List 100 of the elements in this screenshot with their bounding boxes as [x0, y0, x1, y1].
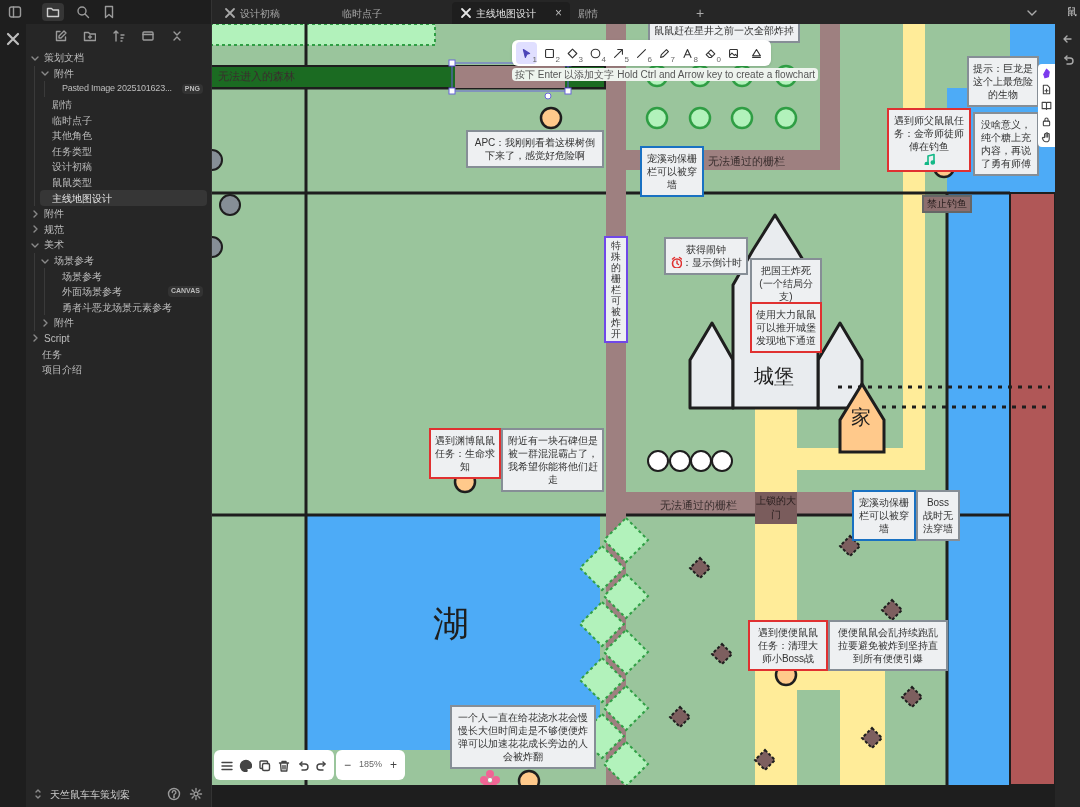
rock [710, 642, 734, 666]
bush [602, 740, 650, 785]
shortcut-key: 6 [647, 56, 652, 64]
rock [860, 726, 884, 750]
new-tab-button[interactable]: + [690, 2, 710, 24]
note-text: 获得闹钟 [685, 243, 727, 256]
file-item[interactable]: 设计初稿 [52, 159, 92, 175]
bookmark-icon[interactable] [102, 5, 116, 19]
new-note-icon[interactable] [54, 28, 67, 42]
file-item[interactable]: 剧情 [52, 97, 72, 113]
library-icon [751, 47, 762, 59]
file-item[interactable]: Pasted Image 2025101623... [62, 82, 172, 96]
folder-item[interactable]: 场景参考 [54, 253, 94, 268]
sticky-note: 附近有一块石碑但是被一群混混霸占了，我希望你能将他们赶走 [501, 428, 604, 492]
flower-icon [480, 770, 500, 785]
bush [578, 600, 626, 648]
file-item[interactable]: 任务 [42, 346, 62, 362]
file-item[interactable]: 任务类型 [52, 143, 92, 159]
lock-icon[interactable] [1041, 116, 1052, 127]
folder-item[interactable]: 美术 [44, 237, 64, 253]
file-item[interactable]: 临时点子 [52, 112, 92, 128]
zoom-in-button[interactable]: + [388, 756, 400, 774]
file-item[interactable]: 外面场景参考 [62, 284, 122, 300]
boulder [219, 194, 241, 216]
sticky-note: 宠溪动保栅栏可以被穿墙 [852, 490, 916, 541]
cross-icon [460, 7, 472, 19]
zoom-level[interactable]: 185% [359, 758, 383, 772]
shortcut-key: 4 [601, 56, 606, 64]
folder-item[interactable]: 规范 [44, 221, 64, 237]
folder-item[interactable]: Script [44, 331, 70, 346]
file-item[interactable]: 场景参考 [62, 268, 102, 284]
tool-button[interactable]: 0 [700, 42, 721, 64]
tool-button[interactable]: 5 [608, 42, 629, 64]
tool-button[interactable]: 8 [677, 42, 698, 64]
pointer-icon [521, 47, 532, 59]
sidebar-toggle-icon[interactable] [8, 5, 22, 19]
undo-icon[interactable] [1061, 53, 1074, 66]
folder-item[interactable]: 策划文档 [44, 50, 84, 66]
folder-item[interactable]: 附件 [54, 65, 74, 81]
sticky-note: 宠溪动保栅栏可以被穿墙 [640, 146, 704, 197]
folder-item[interactable]: 附件 [44, 206, 64, 222]
tab[interactable]: 临时点子 [334, 2, 452, 24]
updown-icon[interactable] [34, 788, 42, 800]
trash-icon[interactable] [277, 758, 290, 772]
tool-button[interactable]: 3 [562, 42, 583, 64]
shortcut-key: 7 [670, 56, 675, 64]
tool-button[interactable]: 6 [631, 42, 652, 64]
sticky-note: 便便鼠鼠会乱持续跑乱拉要避免被炸到坚持直到所有便便引爆 [828, 620, 948, 671]
tab[interactable]: 剧情 [570, 2, 688, 24]
shortcut-key: 5 [624, 56, 629, 64]
zoom-out-button[interactable]: − [342, 756, 353, 774]
palette-icon[interactable] [239, 758, 252, 772]
tab[interactable]: 主线地图设计 × [452, 2, 570, 24]
bush [578, 544, 626, 592]
cross-icon[interactable] [6, 32, 20, 46]
figure [539, 106, 563, 130]
clock-icon [670, 256, 682, 268]
book-icon[interactable] [1041, 100, 1052, 111]
rock [668, 705, 692, 729]
folder-item[interactable]: 附件 [54, 315, 74, 331]
sign: 禁止钓鱼 [922, 195, 972, 213]
file-item[interactable]: 项目介绍 [42, 362, 82, 378]
close-tab-button[interactable]: × [555, 7, 562, 19]
tool-button[interactable]: 4 [585, 42, 606, 64]
note-text: 遇到师父鼠鼠任务：金帝师徒师傅在钓鱼 [893, 114, 965, 153]
file-item[interactable]: 其他角色 [52, 128, 92, 144]
hand-icon[interactable] [1041, 132, 1052, 143]
tool-button[interactable]: 7 [654, 42, 675, 64]
tool-button[interactable]: 1 [516, 42, 537, 64]
sticky-note: APC：我刚刚看着这棵树倒下来了，感觉好危险啊 [466, 130, 604, 168]
settings-icon[interactable] [189, 787, 203, 801]
tab[interactable]: 设计初稿 [216, 2, 334, 24]
tree [730, 106, 754, 130]
tree [774, 106, 798, 130]
vault-name[interactable]: 天竺鼠车车策划案 [50, 786, 159, 802]
shortcut-key: 1 [532, 56, 537, 64]
sticky-note: 提示：巨龙是这个上最危险的生物 [967, 56, 1039, 107]
pencil-icon [659, 47, 670, 59]
sticky-note: 遇到渊博鼠鼠任务：生命求知 [429, 428, 501, 479]
shortcut-key: 8 [693, 56, 698, 64]
bush [602, 628, 650, 676]
tool-button[interactable]: 2 [539, 42, 560, 64]
new-file-icon[interactable] [1041, 84, 1052, 95]
panel-tab[interactable]: 鼠 [1055, 0, 1080, 24]
duplicate-icon[interactable] [258, 758, 271, 772]
file-item[interactable]: 勇者斗恶龙场景元素参考 [62, 299, 172, 315]
search-icon[interactable] [76, 5, 90, 19]
sort-icon[interactable] [112, 28, 125, 42]
eraser-icon [705, 47, 716, 59]
map-title: 城堡 [754, 366, 794, 386]
help-icon[interactable] [167, 787, 181, 801]
text-icon [682, 47, 693, 59]
map-label: 无法通过的栅栏 [708, 154, 786, 169]
files-tab[interactable] [42, 3, 64, 21]
stone [690, 450, 712, 472]
cross-icon [224, 7, 236, 19]
file-item[interactable]: 鼠鼠类型 [52, 175, 92, 191]
rock [900, 685, 924, 709]
plugin-icon[interactable] [1041, 68, 1052, 79]
collapse-icon[interactable] [141, 28, 154, 42]
